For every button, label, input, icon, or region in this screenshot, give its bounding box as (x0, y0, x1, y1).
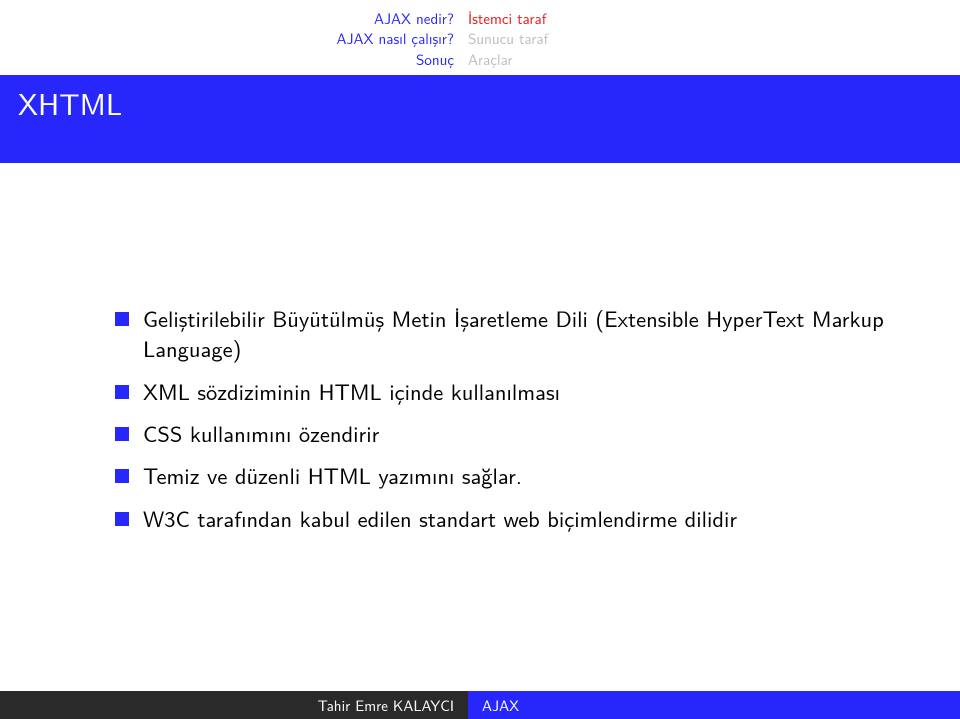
nav-section-3[interactable]: Sonuç (0, 49, 454, 69)
nav-subsections: İstemci taraf Sunucu taraf Araçlar (468, 8, 548, 69)
list-item: Geliştirilebilir Büyütülmüş Metin İşaret… (115, 303, 900, 364)
footer-author: Tahir Emre KALAYCI (0, 691, 468, 719)
bullet-icon (115, 312, 129, 326)
header-nav: AJAX nedir? AJAX nasıl çalışır? Sonuç İs… (0, 0, 960, 69)
bullet-text: Geliştirilebilir Büyütülmüş Metin İşaret… (143, 303, 900, 364)
list-item: XML sözdiziminin HTML içinde kullanılmas… (115, 376, 900, 406)
bullet-text: XML sözdiziminin HTML içinde kullanılmas… (143, 376, 900, 406)
nav-section-1[interactable]: AJAX nedir? (0, 8, 454, 28)
content-area: Geliştirilebilir Büyütülmüş Metin İşaret… (0, 163, 960, 533)
frame-title: XHTML (0, 75, 960, 163)
bullet-icon (115, 427, 129, 441)
title-text: XHTML (18, 81, 122, 125)
bullet-icon (115, 385, 129, 399)
bullet-icon (115, 512, 129, 526)
nav-section-2[interactable]: AJAX nasıl çalışır? (0, 28, 454, 48)
nav-sub-1[interactable]: İstemci taraf (468, 8, 548, 28)
nav-sub-3[interactable]: Araçlar (468, 49, 548, 69)
nav-sections: AJAX nedir? AJAX nasıl çalışır? Sonuç (0, 8, 468, 69)
nav-sub-2[interactable]: Sunucu taraf (468, 28, 548, 48)
bullet-text: Temiz ve düzenli HTML yazımını sağlar. (143, 460, 900, 490)
bullet-text: CSS kullanımını özendirir (143, 418, 900, 448)
footer-short-title: AJAX (468, 691, 960, 719)
list-item: CSS kullanımını özendirir (115, 418, 900, 448)
bullet-text: W3C tarafından kabul edilen standart web… (143, 503, 900, 533)
list-item: Temiz ve düzenli HTML yazımını sağlar. (115, 460, 900, 490)
bullet-icon (115, 469, 129, 483)
footer-bar: Tahir Emre KALAYCI AJAX (0, 691, 960, 719)
list-item: W3C tarafından kabul edilen standart web… (115, 503, 900, 533)
